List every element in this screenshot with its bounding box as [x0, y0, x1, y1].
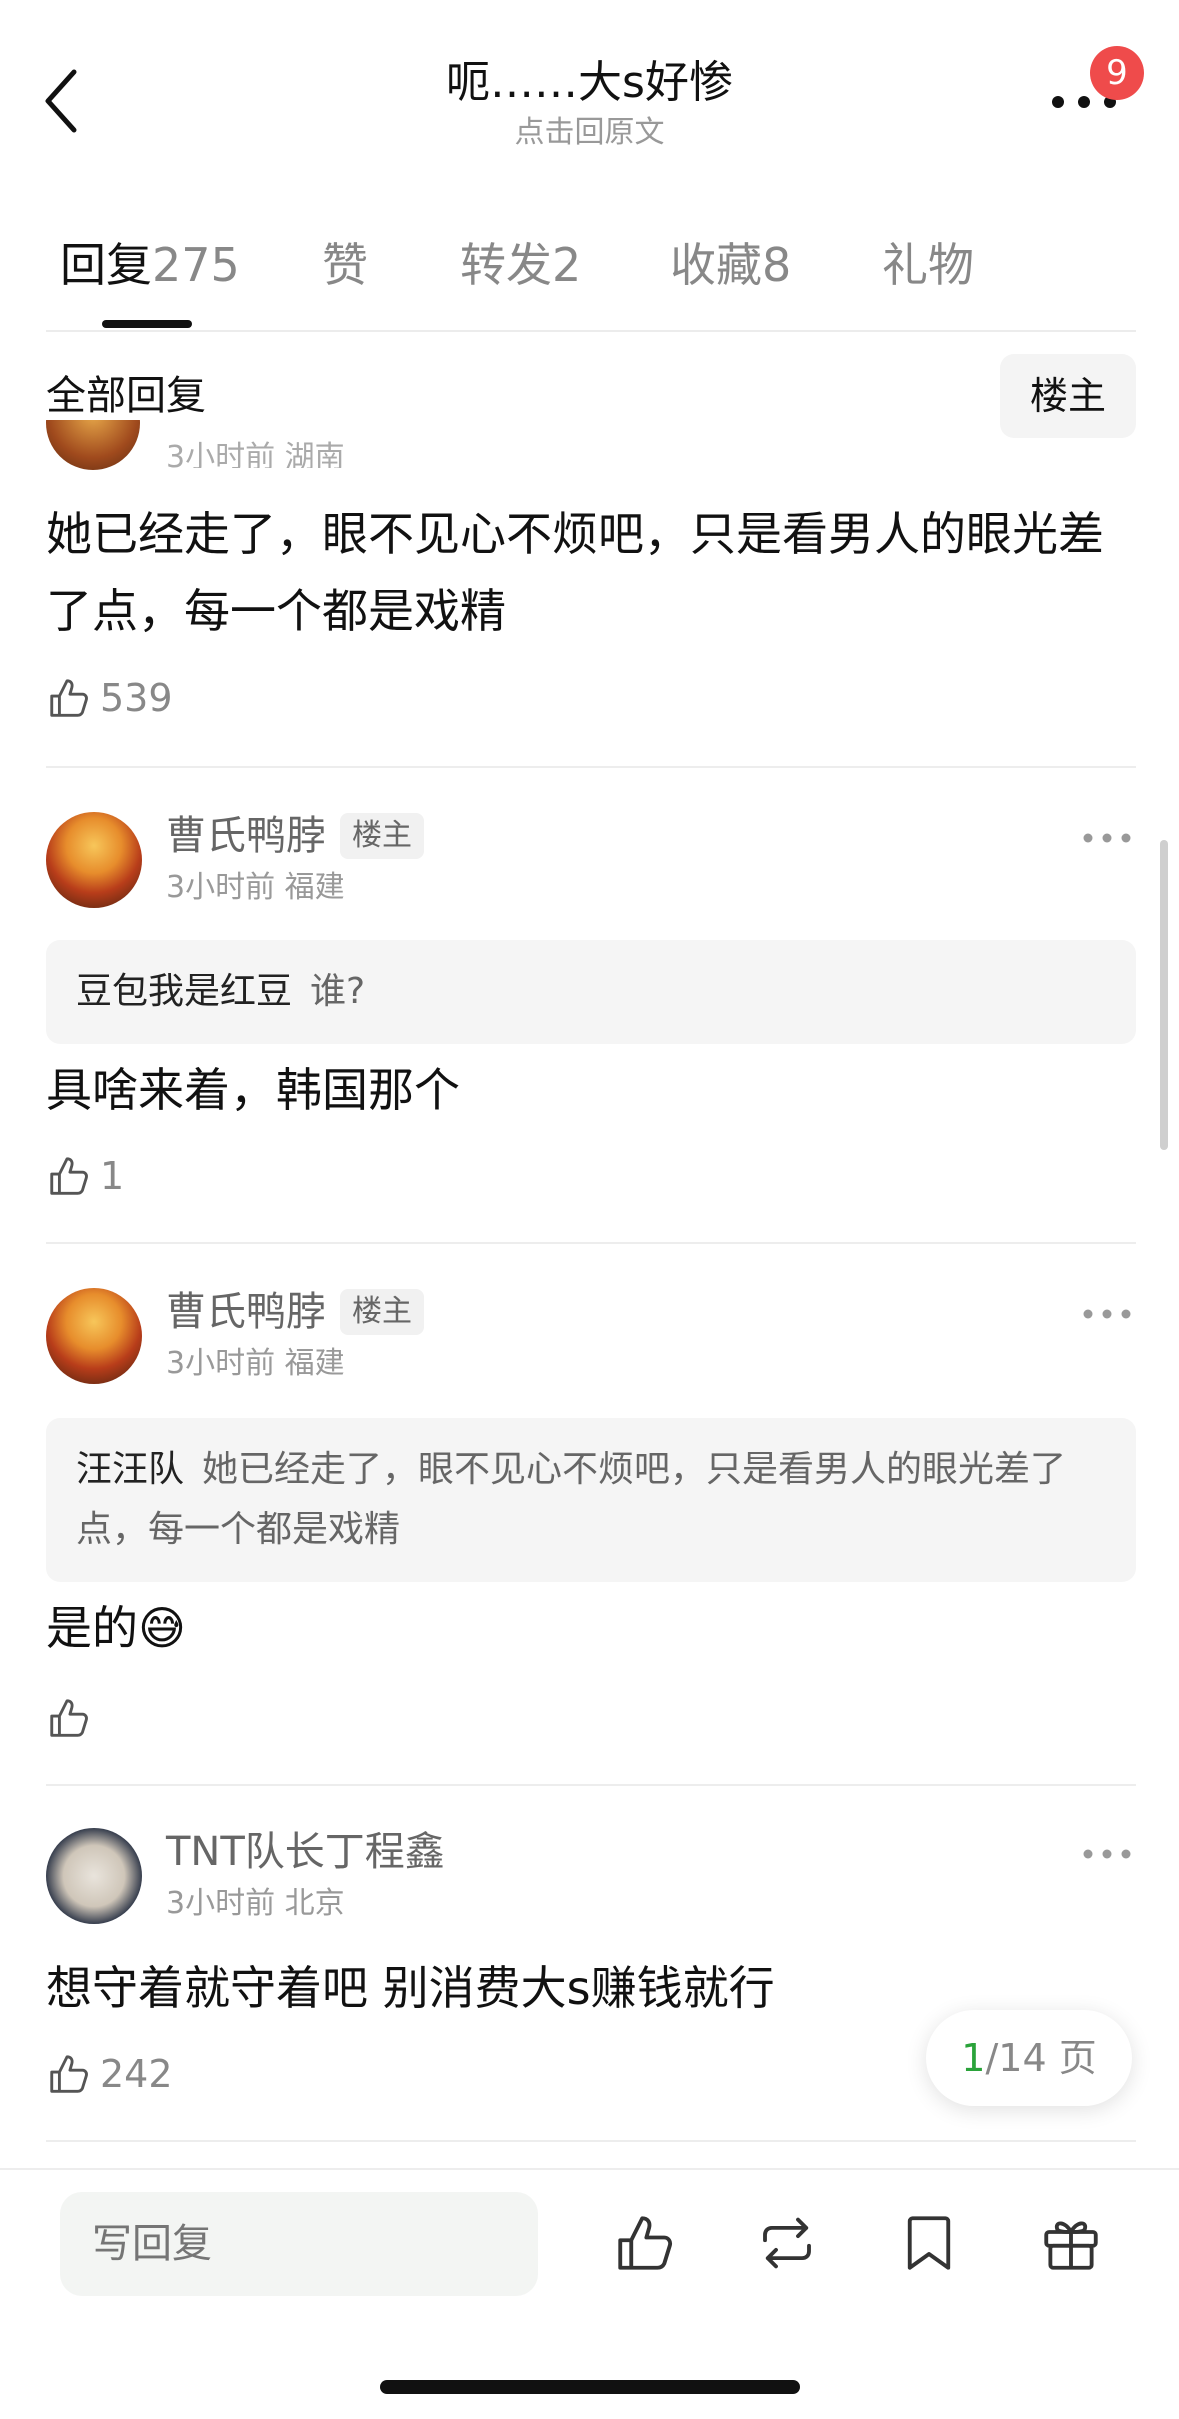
- title-block[interactable]: 呃……大s好惨 点击回原文: [0, 55, 1179, 153]
- divider: [46, 2140, 1136, 2142]
- thumbs-up-icon: [50, 2055, 88, 2093]
- gift-icon[interactable]: [1038, 2210, 1104, 2276]
- thumbs-up-icon: [50, 679, 88, 717]
- username-text: 曹氏鸭脖: [166, 1289, 326, 1335]
- tab-replies[interactable]: 回复275: [60, 230, 240, 300]
- tab-count: 8: [762, 238, 792, 292]
- total-pages: /14 页: [985, 2036, 1097, 2080]
- tab-label: 转发: [460, 238, 552, 292]
- tab-likes[interactable]: 赞: [322, 230, 368, 300]
- op-badge: 楼主: [340, 1289, 424, 1335]
- divider: [46, 1784, 1136, 1786]
- username[interactable]: 曹氏鸭脖 楼主: [166, 1286, 424, 1338]
- current-page: 1: [961, 2036, 986, 2080]
- filter-row: 全部回复 楼主: [46, 354, 1136, 440]
- like-count: 539: [100, 676, 173, 720]
- comment-meta: 3小时前 福建: [166, 870, 345, 905]
- divider: [0, 2168, 1179, 2170]
- avatar[interactable]: [46, 1288, 142, 1384]
- username[interactable]: 曹氏鸭脖 楼主: [166, 810, 424, 862]
- tab-label: 回复: [60, 238, 152, 292]
- username-text: 曹氏鸭脖: [166, 813, 326, 859]
- comment-text: 她已经走了，眼不见心不烦吧，只是看男人的眼光差了点，每一个都是戏精: [46, 507, 1104, 638]
- repost-icon[interactable]: [754, 2210, 820, 2276]
- thumbs-up-icon: [50, 1699, 88, 1737]
- thumbs-up-icon[interactable]: [612, 2210, 678, 2276]
- tab-reposts[interactable]: 转发2: [460, 230, 581, 300]
- like-button[interactable]: 1: [46, 1148, 124, 1204]
- notification-badge: 9: [1090, 46, 1144, 100]
- bookmark-icon[interactable]: [896, 2210, 962, 2276]
- divider: [46, 766, 1136, 768]
- reply-input[interactable]: [60, 2192, 538, 2296]
- comment-meta: 3小时前 北京: [166, 1886, 345, 1921]
- tab-count: 275: [152, 238, 240, 292]
- avatar[interactable]: [46, 812, 142, 908]
- active-tab-indicator: [102, 320, 192, 328]
- like-count: 1: [100, 1154, 125, 1198]
- like-button[interactable]: 242: [46, 2046, 173, 2102]
- op-only-button[interactable]: 楼主: [1000, 354, 1136, 438]
- tab-favorites[interactable]: 收藏8: [670, 230, 791, 300]
- comment-meta: 3小时前 福建: [166, 1346, 345, 1381]
- tab-gifts[interactable]: 礼物: [882, 230, 974, 300]
- quoted-username: 汪汪队: [76, 1449, 185, 1490]
- like-count: 242: [100, 2052, 173, 2096]
- tab-bar: 回复275 赞 转发2 收藏8 礼物: [60, 230, 1140, 300]
- page-title: 呃……大s好惨: [446, 57, 733, 108]
- quoted-reply[interactable]: 汪汪队 她已经走了，眼不见心不烦吧，只是看男人的眼光差了点，每一个都是戏精: [46, 1418, 1136, 1582]
- header: 呃……大s好惨 点击回原文 9: [0, 0, 1179, 170]
- username[interactable]: TNT队长丁程鑫: [166, 1826, 445, 1878]
- more-icon[interactable]: [1082, 1844, 1132, 1864]
- more-icon[interactable]: [1082, 828, 1132, 848]
- scrollbar[interactable]: [1160, 840, 1168, 1150]
- quoted-text: 谁?: [310, 971, 366, 1012]
- home-indicator: [380, 2380, 800, 2394]
- comment-text: 是的😅: [46, 1601, 186, 1655]
- page-indicator[interactable]: 1/14 页: [926, 2010, 1132, 2106]
- tab-label: 赞: [322, 238, 368, 292]
- divider: [46, 330, 1136, 332]
- tab-label: 礼物: [882, 238, 974, 292]
- comment-meta: 3小时前 湖南: [166, 440, 345, 468]
- thumbs-up-icon: [50, 1157, 88, 1195]
- quoted-username: 豆包我是红豆: [76, 971, 293, 1012]
- more-icon[interactable]: [1082, 1304, 1132, 1324]
- quoted-reply[interactable]: 豆包我是红豆 谁?: [46, 940, 1136, 1044]
- back-to-original-link[interactable]: 点击回原文: [0, 113, 1179, 153]
- all-replies-filter[interactable]: 全部回复: [46, 368, 206, 424]
- quoted-text: 她已经走了，眼不见心不烦吧，只是看男人的眼光差了点，每一个都是戏精: [76, 1449, 1067, 1550]
- op-badge: 楼主: [340, 813, 424, 859]
- comment-text: 具啥来着，韩国那个: [46, 1063, 460, 1117]
- username-text: TNT队长丁程鑫: [166, 1829, 445, 1875]
- avatar[interactable]: [46, 1828, 142, 1924]
- divider: [46, 1242, 1136, 1244]
- like-button[interactable]: 539: [46, 670, 173, 726]
- tab-label: 收藏: [670, 238, 762, 292]
- avatar[interactable]: [46, 420, 140, 470]
- tab-count: 2: [552, 238, 582, 292]
- like-button[interactable]: [46, 1690, 100, 1746]
